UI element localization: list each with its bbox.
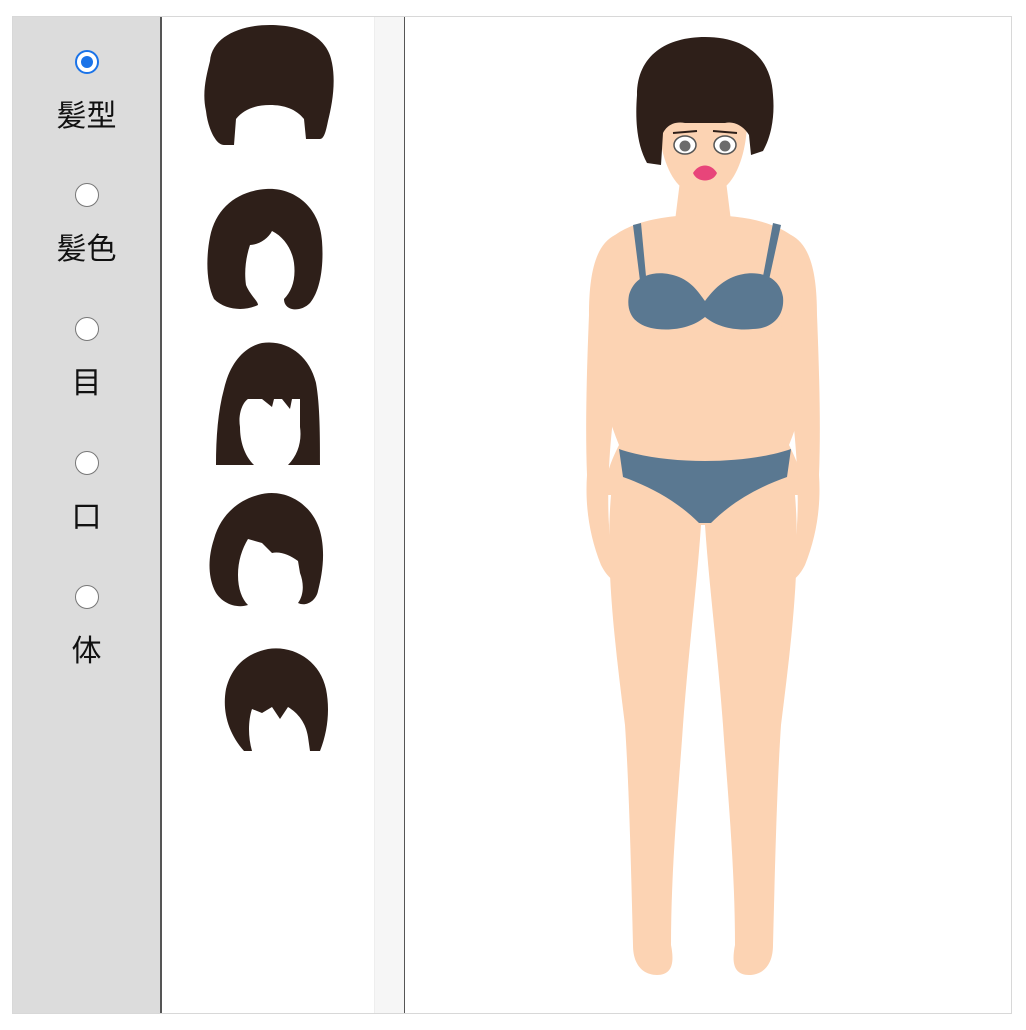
radio-mouth[interactable] — [74, 451, 99, 475]
category-label-body: 体 — [71, 634, 102, 669]
dress-up-app: 髪型 髪色 目 口 体 — [12, 16, 1012, 1014]
bob-hair-icon — [207, 188, 323, 310]
category-haircolor[interactable]: 髪色 — [13, 183, 160, 267]
category-body[interactable]: 体 — [13, 585, 160, 669]
category-hairstyle[interactable]: 髪型 — [13, 50, 160, 134]
category-eyes[interactable]: 目 — [13, 317, 160, 401]
radio-body[interactable] — [74, 585, 99, 609]
hairstyle-option-afro[interactable] — [202, 25, 338, 151]
category-label-mouth: 口 — [71, 500, 102, 535]
category-panel: 髪型 髪色 目 口 体 — [13, 17, 162, 1013]
straight-bangs-hair-icon — [216, 342, 320, 465]
hairstyle-option-wavy[interactable] — [208, 491, 328, 613]
category-label-hairstyle: 髪型 — [56, 99, 117, 134]
hairstyle-option-bob[interactable] — [206, 187, 328, 317]
short-shag-hair-icon — [224, 648, 328, 751]
avatar-preview — [405, 17, 1011, 1013]
radio-hairstyle[interactable] — [74, 50, 99, 74]
radio-haircolor[interactable] — [74, 183, 99, 207]
options-scrollbar[interactable] — [374, 17, 406, 1013]
hairstyle-option-short-shag[interactable] — [222, 647, 330, 759]
category-label-eyes: 目 — [71, 366, 102, 401]
body-skin — [586, 173, 820, 975]
wavy-hair-icon — [209, 492, 324, 607]
avatar-figure — [586, 37, 820, 975]
category-mouth[interactable]: 口 — [13, 451, 160, 535]
hairstyle-options-panel — [162, 17, 374, 1013]
hairstyle-option-straight-bangs[interactable] — [216, 341, 324, 471]
radio-eyes[interactable] — [74, 317, 99, 341]
afro-hair-icon — [204, 25, 334, 145]
category-label-haircolor: 髪色 — [56, 232, 117, 267]
